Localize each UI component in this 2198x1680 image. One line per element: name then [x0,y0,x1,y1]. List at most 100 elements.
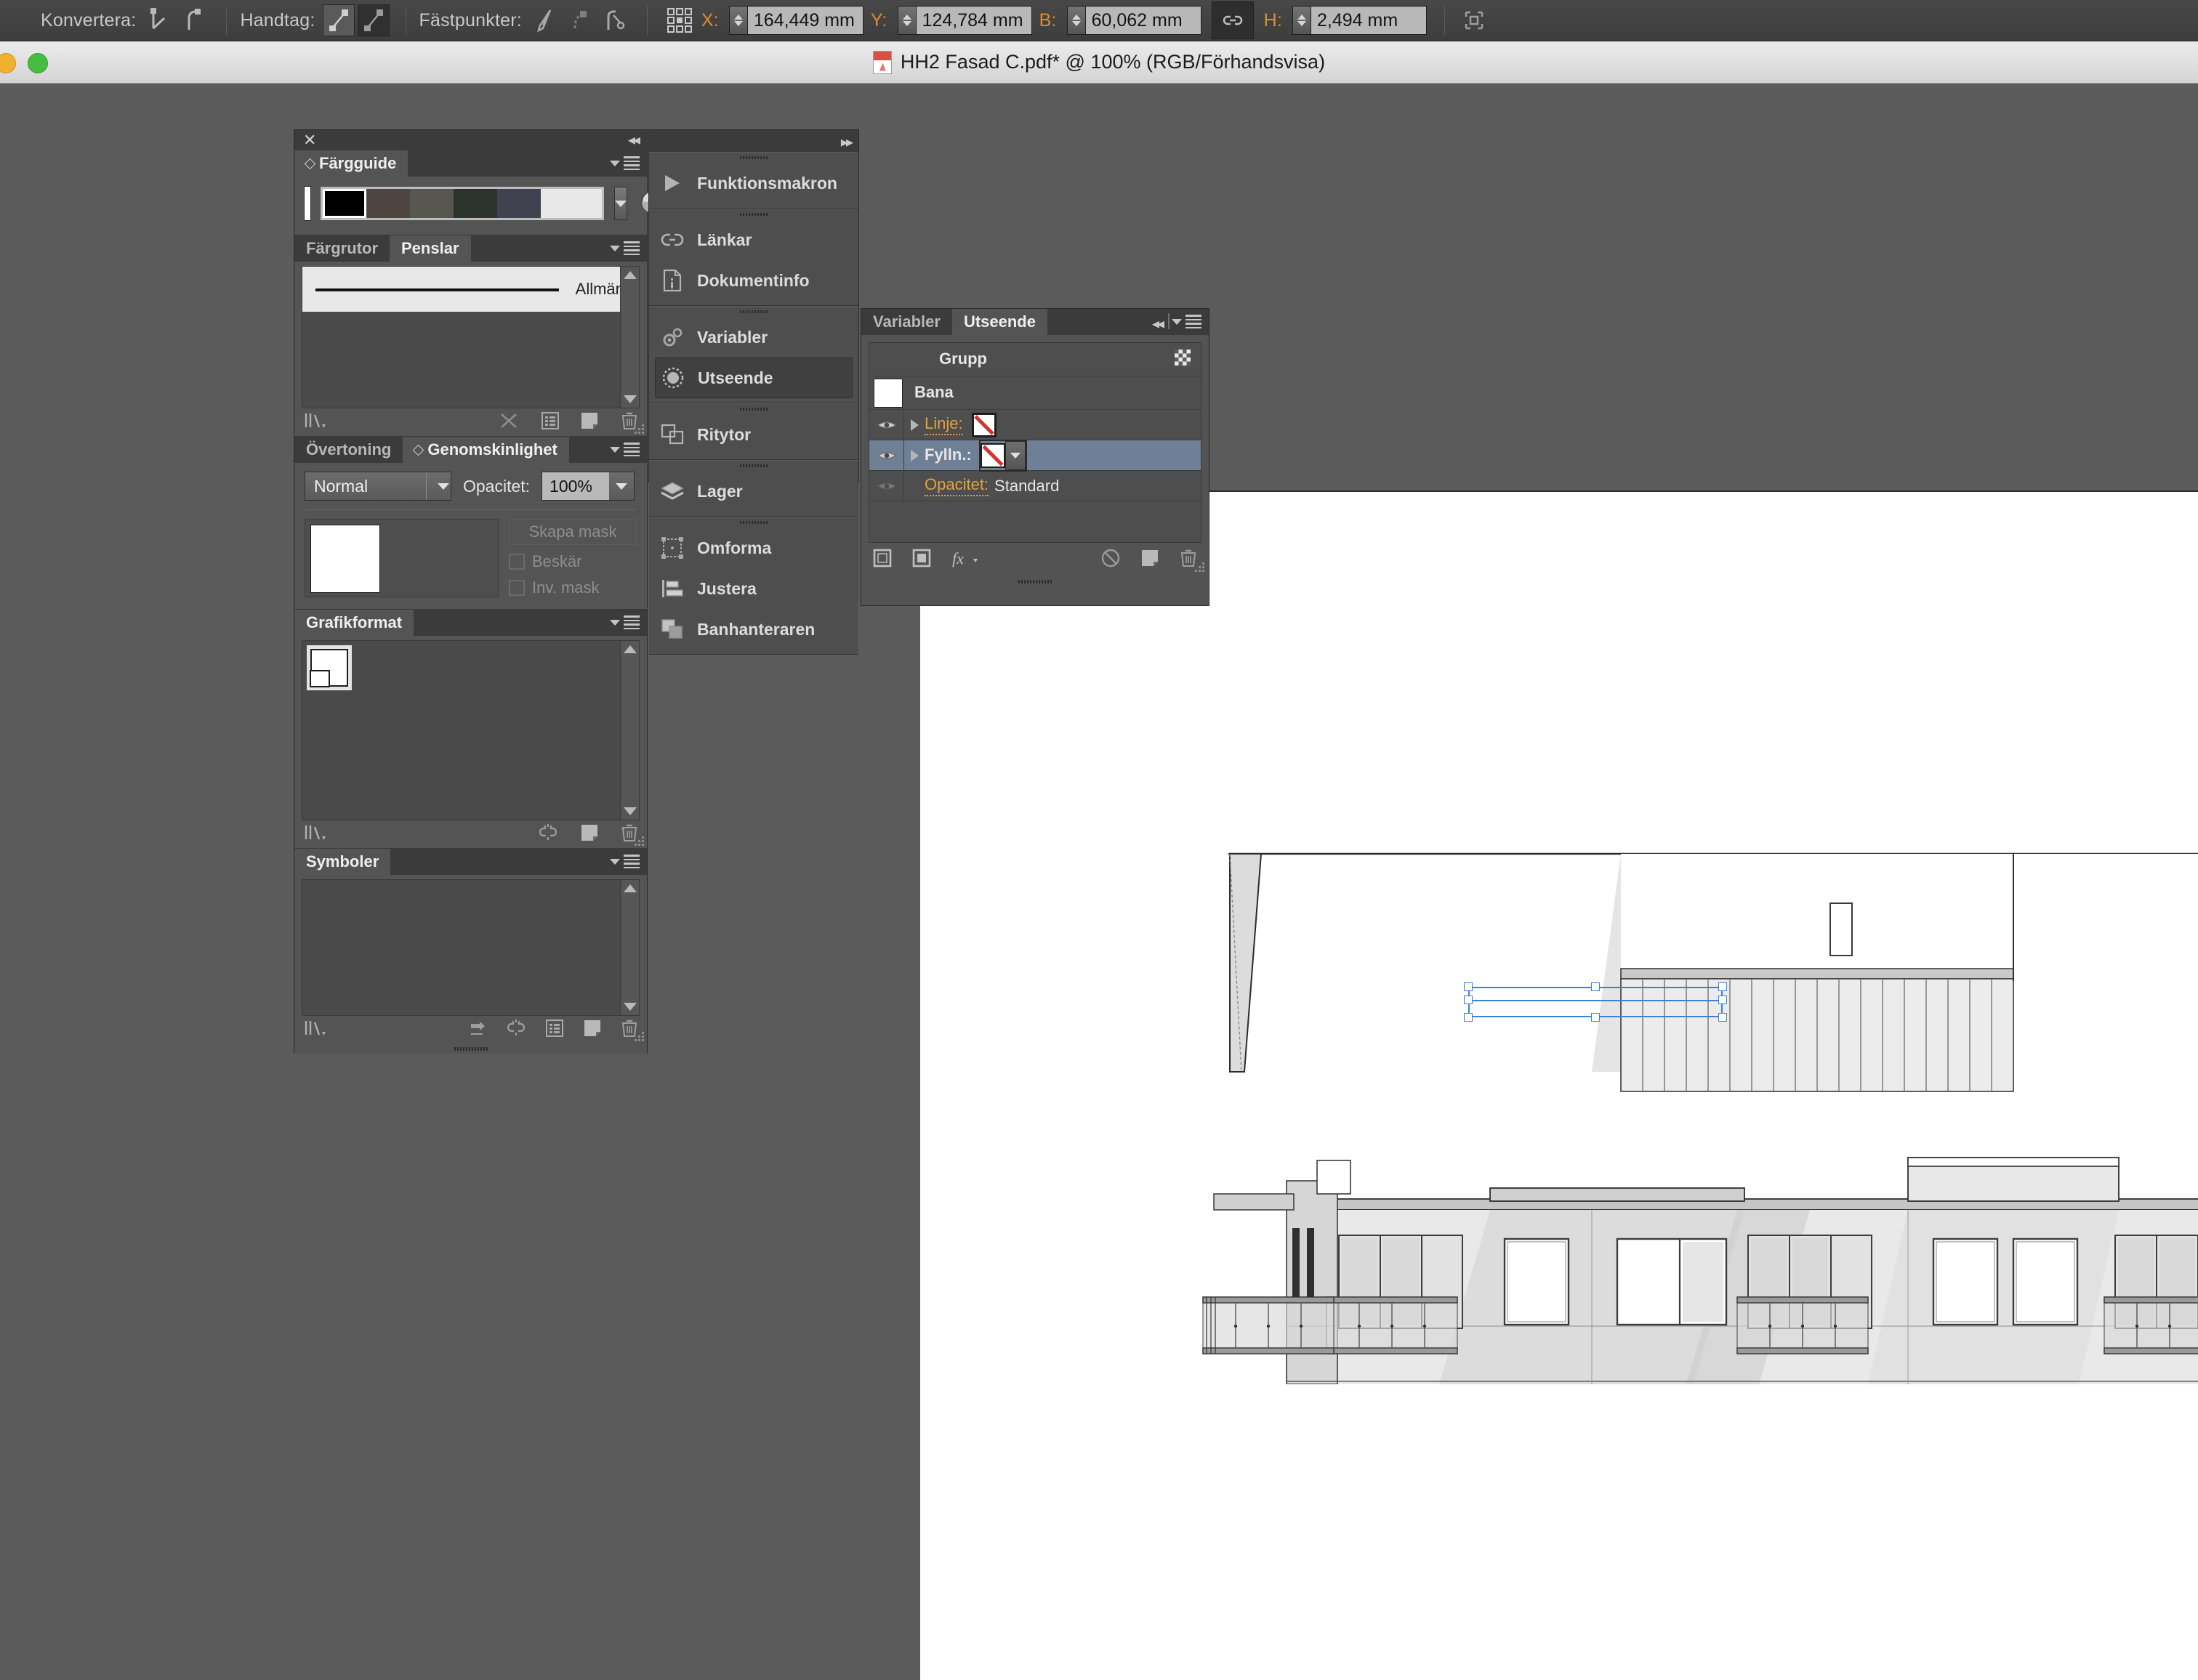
dock-drag-grip[interactable] [649,517,858,528]
minimize-button[interactable] [0,53,16,73]
height-field[interactable]: 2,494 mm [1292,6,1427,35]
width-stepper[interactable] [1067,7,1086,34]
symbols-list[interactable] [302,879,640,1016]
y-value[interactable]: 124,784 mm [916,7,1031,34]
harmony-swatch-4[interactable] [497,189,541,218]
blend-mode-select[interactable]: Normal [305,472,451,501]
harmony-swatch-5[interactable] [541,189,602,218]
zoom-button[interactable] [28,53,48,73]
height-stepper[interactable] [1293,7,1311,34]
dock-drag-grip[interactable] [649,153,858,163]
link-dimensions-icon[interactable] [1211,1,1254,39]
invert-mask-checkbox[interactable] [509,580,525,596]
opacity-field[interactable]: 100% [542,472,635,501]
tab-swatches[interactable]: Färgrutor [294,235,390,262]
remove-anchor-icon[interactable] [529,4,561,36]
graphic-style-libraries-icon[interactable] [303,823,328,846]
appearance-row-group[interactable]: Grupp [869,343,1201,376]
duplicate-item-icon[interactable] [1140,549,1159,571]
facade-elevation-drawing[interactable] [1185,832,2198,1395]
anchor-handle[interactable] [1718,982,1727,991]
dock-drag-grip[interactable] [649,209,858,219]
dock-item-variables[interactable]: Variabler [649,317,858,358]
visibility-eye-icon[interactable] [869,440,904,470]
fill-label[interactable]: Fylln.: [925,445,972,465]
break-link-icon[interactable] [538,823,558,846]
dock-drag-grip[interactable] [649,461,858,471]
add-new-fill-icon[interactable] [912,549,931,571]
harmony-swatch-1[interactable] [366,189,410,218]
appearance-row-fill[interactable]: Fylln.: [869,439,1201,472]
cut-path-icon[interactable] [599,4,631,36]
anchor-handle[interactable] [1591,1013,1600,1022]
resize-grip[interactable] [632,422,644,434]
clip-checkbox-row[interactable]: Beskär [509,552,637,571]
collapse-panel-icon[interactable]: ◂◂ [1152,315,1164,333]
anchor-handle[interactable] [1464,982,1473,991]
remove-brush-stroke-icon[interactable] [499,411,519,434]
dock-item-actions[interactable]: Funktionsmakron [649,163,858,203]
height-value[interactable]: 2,494 mm [1311,7,1426,34]
make-mask-button[interactable]: Skapa mask [509,519,637,545]
symbol-options-icon[interactable] [545,1019,564,1041]
tab-variables[interactable]: Variabler [861,309,952,335]
reference-point-grid-icon[interactable] [661,4,699,36]
transparency-panel-menu-icon[interactable] [610,443,640,456]
harmony-swatch-2[interactable] [410,189,454,218]
brush-list-scrollbar[interactable] [620,267,639,408]
chevron-down-icon[interactable] [426,472,451,500]
brush-list[interactable]: Allmänt [302,266,640,408]
appearance-row-path[interactable]: Bana [869,376,1201,410]
appearance-panel-menu-icon[interactable] [1172,315,1201,328]
appearance-row-stroke[interactable]: Linje: [869,410,1201,440]
fill-color-swatch-none[interactable] [980,443,1005,468]
resize-grip[interactable] [632,834,644,846]
new-brush-icon[interactable] [580,411,599,434]
invert-mask-checkbox-row[interactable]: Inv. mask [509,578,637,597]
expand-panel-icon[interactable]: ▸▸ [841,133,853,151]
harmony-rules-dropdown[interactable] [614,187,627,220]
brushes-panel-menu-icon[interactable] [610,241,640,255]
close-icon[interactable]: ✕ [303,132,316,148]
new-graphic-style-icon[interactable] [580,823,599,846]
clear-appearance-icon[interactable] [1101,549,1120,571]
anchor-handle[interactable] [1718,996,1727,1004]
tab-symbols[interactable]: Symboler [294,849,391,875]
tab-brushes[interactable]: Penslar [390,235,471,262]
x-field[interactable]: 164,449 mm [728,6,864,35]
dock-item-links[interactable]: Länkar [649,219,858,260]
symbols-scrollbar[interactable] [620,880,639,1015]
list-item[interactable] [307,645,352,690]
transparency-thumbnail[interactable] [305,519,499,597]
isolate-selection-icon[interactable] [1458,4,1490,36]
panel-drag-grip[interactable] [294,1043,647,1054]
dock-item-appearance[interactable]: Utseende [655,358,853,398]
appearance-empty-area[interactable] [869,501,1201,542]
visibility-eye-icon[interactable] [869,410,904,440]
opacity-value[interactable]: 100% [542,472,610,500]
width-field[interactable]: 60,062 mm [1066,6,1201,35]
place-symbol-icon[interactable] [468,1019,487,1041]
symbol-libraries-icon[interactable] [303,1019,328,1041]
tab-graphic-styles[interactable]: Grafikformat [294,610,414,636]
graphic-styles-scrollbar[interactable] [620,641,639,820]
fill-swatch-dropdown-icon[interactable] [1005,440,1026,470]
collapse-panel-icon[interactable]: ◂◂ [628,133,640,148]
x-value[interactable]: 164,449 mm [747,7,863,34]
anchor-handle[interactable] [1464,1013,1473,1022]
y-stepper[interactable] [898,7,917,34]
dock-item-layers[interactable]: Lager [649,471,858,512]
tab-appearance[interactable]: Utseende [951,309,1047,335]
base-color-swatch[interactable] [304,186,311,221]
panel-menu-icon[interactable] [610,156,640,170]
harmony-swatch-3[interactable] [454,189,497,218]
anchor-handle[interactable] [1591,982,1600,991]
width-value[interactable]: 60,062 mm [1085,7,1201,34]
clip-checkbox[interactable] [509,554,525,570]
visibility-eye-icon-dimmed[interactable] [869,471,904,501]
break-link-icon[interactable] [506,1019,526,1041]
harmony-swatches[interactable] [323,189,602,218]
color-harmony-strip[interactable] [321,187,604,220]
opacity-label[interactable]: Opacitet: [925,475,989,496]
show-handles-icon[interactable] [322,4,355,36]
